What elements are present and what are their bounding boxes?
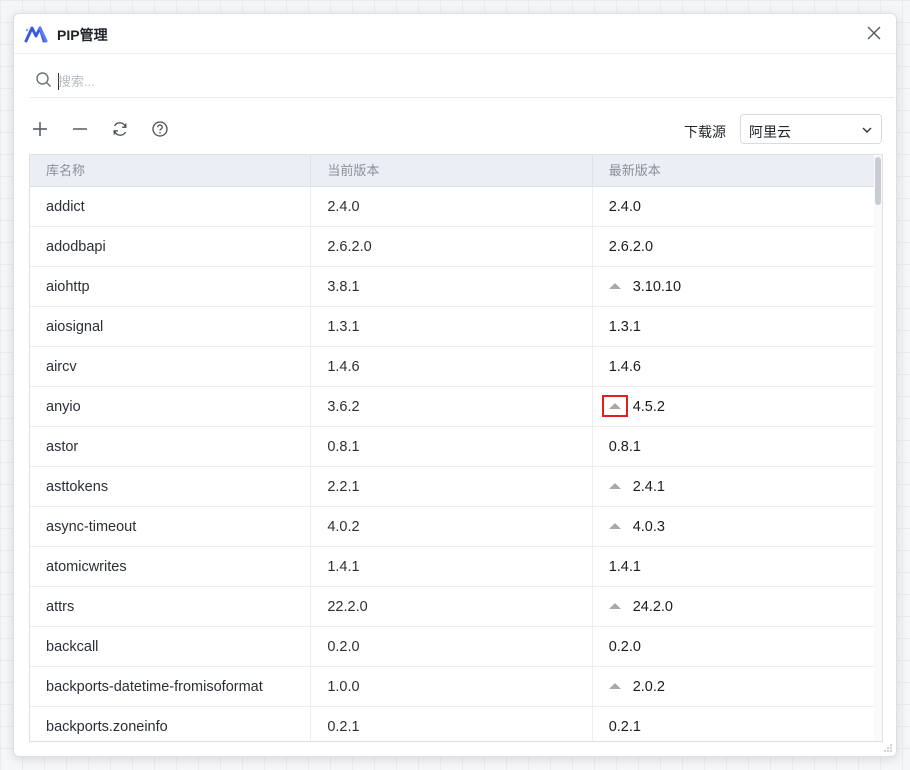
table-row[interactable]: backcall 0.2.0 0.2.0 xyxy=(30,627,882,667)
package-name-cell: async-timeout xyxy=(30,507,312,547)
table-row[interactable]: atomicwrites 1.4.1 1.4.1 xyxy=(30,547,882,587)
table-header: 库名称 当前版本 最新版本 xyxy=(30,155,882,187)
resize-grip-icon[interactable] xyxy=(883,743,893,753)
vertical-scrollbar[interactable] xyxy=(874,155,882,741)
table-row[interactable]: backports-datetime-fromisoformat 1.0.0 2.0… xyxy=(30,667,882,707)
latest-version-text: 2.6.2.0 xyxy=(608,239,654,255)
current-version-cell: 3.8.1 xyxy=(311,267,593,307)
package-name-cell: attrs xyxy=(30,587,312,627)
latest-version-cell: 1.3.1 xyxy=(593,307,882,347)
download-source-label: 下载源 xyxy=(684,124,726,140)
latest-version-cell: 2.6.2.0 xyxy=(593,227,882,267)
table-row[interactable]: astor 0.8.1 0.8.1 xyxy=(30,427,882,467)
dialog-title: PIP管理 xyxy=(57,27,108,43)
table-body: addict 2.4.0 2.4.0 adodbapi 2.6.2.0 2.6.2.0 ai… xyxy=(30,187,882,741)
latest-version-cell: 0.2.0 xyxy=(593,627,882,667)
table-row[interactable]: attrs 22.2.0 24.2.0 xyxy=(30,587,882,627)
latest-version-cell: 4.0.3 xyxy=(593,507,882,547)
package-name-cell: aircv xyxy=(30,347,312,387)
package-name-cell: anyio xyxy=(30,387,312,427)
latest-version-cell: 1.4.1 xyxy=(593,547,882,587)
current-version-cell: 1.4.1 xyxy=(311,547,593,587)
latest-version-cell: 2.0.2 xyxy=(593,667,882,707)
search-icon xyxy=(36,72,51,87)
upgrade-arrow-icon[interactable] xyxy=(608,281,622,291)
close-icon[interactable] xyxy=(864,23,884,43)
column-header-name[interactable]: 库名称 xyxy=(30,155,312,187)
latest-version-text: 1.3.1 xyxy=(608,319,641,335)
column-header-current-version[interactable]: 当前版本 xyxy=(311,155,593,187)
table-row[interactable]: aircv 1.4.6 1.4.6 xyxy=(30,347,882,387)
current-version-cell: 3.6.2 xyxy=(311,387,593,427)
refresh-icon[interactable] xyxy=(111,120,129,138)
package-name-cell: atomicwrites xyxy=(30,547,312,587)
latest-version-cell: 0.2.1 xyxy=(593,707,882,741)
package-name-cell: astor xyxy=(30,427,312,467)
latest-version-cell: 24.2.0 xyxy=(593,587,882,627)
search-bar xyxy=(30,66,894,98)
current-version-cell: 1.4.6 xyxy=(311,347,593,387)
current-version-cell: 0.2.1 xyxy=(311,707,593,741)
latest-version-text: 1.4.6 xyxy=(608,359,641,375)
plus-icon[interactable] xyxy=(31,120,49,138)
current-version-cell: 2.2.1 xyxy=(311,467,593,507)
latest-version-cell: 1.4.6 xyxy=(593,347,882,387)
title-divider xyxy=(14,53,896,54)
latest-version-cell: 3.10.10 xyxy=(593,267,882,307)
pip-manager-dialog: PIP管理 下载源 阿里云 库名称 xyxy=(13,13,897,757)
table-row[interactable]: aiohttp 3.8.1 3.10.10 xyxy=(30,267,882,307)
current-version-cell: 0.8.1 xyxy=(311,427,593,467)
current-version-cell: 4.0.2 xyxy=(311,507,593,547)
package-name-cell: backports.zoneinfo xyxy=(30,707,312,741)
table-row[interactable]: adodbapi 2.6.2.0 2.6.2.0 xyxy=(30,227,882,267)
chevron-down-icon xyxy=(862,127,872,133)
latest-version-text: 0.8.1 xyxy=(608,439,641,455)
download-source-select[interactable]: 阿里云 xyxy=(740,114,882,144)
current-version-cell: 1.0.0 xyxy=(311,667,593,707)
upgrade-arrow-icon[interactable] xyxy=(608,521,622,531)
table-row[interactable]: backports.zoneinfo 0.2.1 0.2.1 xyxy=(30,707,882,741)
table-row[interactable]: asttokens 2.2.1 2.4.1 xyxy=(30,467,882,507)
current-version-cell: 22.2.0 xyxy=(311,587,593,627)
latest-version-text: 1.4.1 xyxy=(608,559,641,575)
package-name-cell: backports-datetime-fromisoformat xyxy=(30,667,312,707)
current-version-cell: 1.3.1 xyxy=(311,307,593,347)
upgrade-arrow-icon[interactable] xyxy=(608,481,622,491)
current-version-cell: 2.4.0 xyxy=(311,187,593,227)
table-row[interactable]: anyio 3.6.2 4.5.2 xyxy=(30,387,882,427)
table-row[interactable]: aiosignal 1.3.1 1.3.1 xyxy=(30,307,882,347)
latest-version-cell: 2.4.1 xyxy=(593,467,882,507)
upgrade-arrow-icon[interactable] xyxy=(608,601,622,611)
latest-version-text: 2.4.0 xyxy=(608,199,641,215)
latest-version-cell: 4.5.2 xyxy=(593,387,882,427)
table-row[interactable]: async-timeout 4.0.2 4.0.3 xyxy=(30,507,882,547)
package-name-cell: adodbapi xyxy=(30,227,312,267)
search-input[interactable] xyxy=(58,70,458,92)
minus-icon[interactable] xyxy=(71,120,89,138)
package-name-cell: asttokens xyxy=(30,467,312,507)
current-version-cell: 2.6.2.0 xyxy=(311,227,593,267)
package-name-cell: aiosignal xyxy=(30,307,312,347)
title-bar: PIP管理 xyxy=(14,14,896,53)
table-row[interactable]: addict 2.4.0 2.4.0 xyxy=(30,187,882,227)
help-icon[interactable] xyxy=(151,120,169,138)
latest-version-cell: 2.4.0 xyxy=(593,187,882,227)
current-version-cell: 0.2.0 xyxy=(311,627,593,667)
package-table: 库名称 当前版本 最新版本 addict 2.4.0 2.4.0 adodbapi 2.… xyxy=(29,154,883,742)
upgrade-arrow-icon[interactable] xyxy=(601,395,628,417)
package-name-cell: addict xyxy=(30,187,312,227)
latest-version-text: 0.2.1 xyxy=(608,719,641,735)
scrollbar-thumb[interactable] xyxy=(875,157,881,205)
latest-version-text: 0.2.0 xyxy=(608,639,641,655)
package-name-cell: aiohttp xyxy=(30,267,312,307)
upgrade-arrow-icon[interactable] xyxy=(608,681,622,691)
column-header-latest-version[interactable]: 最新版本 xyxy=(593,155,882,187)
app-logo-icon xyxy=(24,26,48,43)
package-name-cell: backcall xyxy=(30,627,312,667)
download-source-value: 阿里云 xyxy=(749,124,791,140)
latest-version-cell: 0.8.1 xyxy=(593,427,882,467)
